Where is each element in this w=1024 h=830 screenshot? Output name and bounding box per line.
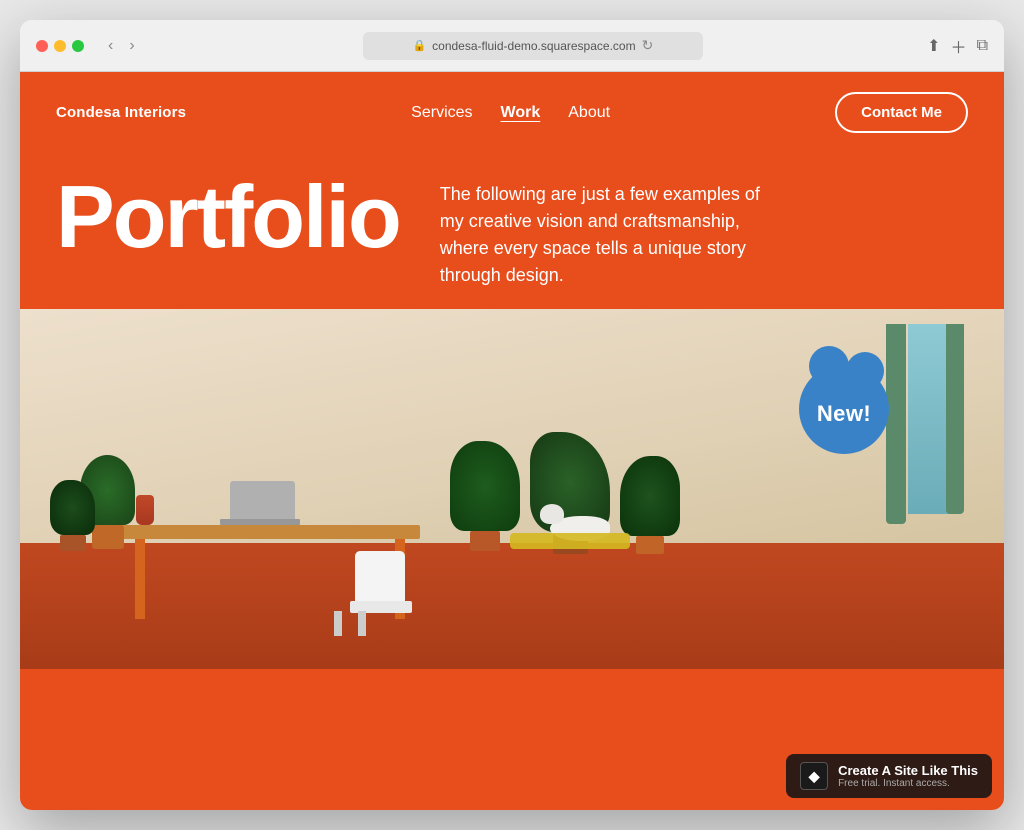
browser-chrome: ‹ › 🔒 condesa-fluid-demo.squarespace.com… bbox=[20, 20, 1004, 72]
minimize-button[interactable] bbox=[54, 40, 66, 52]
squarespace-text: Create A Site Like This Free trial. Inst… bbox=[838, 763, 978, 789]
squarespace-main: Create A Site Like This bbox=[838, 763, 978, 778]
back-button[interactable]: ‹ bbox=[104, 35, 117, 57]
squarespace-sub: Free trial. Instant access. bbox=[838, 778, 978, 789]
curtain-right bbox=[946, 324, 964, 514]
room-floor bbox=[20, 543, 1004, 669]
lock-icon: 🔒 bbox=[412, 39, 426, 52]
website-content: Condesa Interiors Services Work About Co… bbox=[20, 72, 1004, 810]
new-tab-button[interactable]: ＋ bbox=[951, 34, 967, 58]
squarespace-banner[interactable]: ◆ Create A Site Like This Free trial. In… bbox=[786, 754, 992, 798]
browser-nav: ‹ › bbox=[104, 35, 139, 57]
portfolio-image: New! ◆ Create A Site Like This Free tria… bbox=[20, 309, 1004, 810]
room-scene: New! bbox=[20, 309, 1004, 669]
page-title: Portfolio bbox=[56, 173, 400, 261]
hero-description: The following are just a few examples of… bbox=[440, 173, 780, 289]
share-button[interactable]: ⬆ bbox=[927, 34, 940, 58]
vase bbox=[136, 495, 154, 525]
laptop-base bbox=[220, 519, 300, 525]
new-badge-text: New! bbox=[817, 401, 871, 427]
squarespace-icon: ◆ bbox=[800, 762, 828, 790]
traffic-lights bbox=[36, 40, 84, 52]
desk-leg-left bbox=[135, 539, 145, 619]
contact-button[interactable]: Contact Me bbox=[835, 92, 968, 133]
window bbox=[894, 324, 959, 524]
close-button[interactable] bbox=[36, 40, 48, 52]
hero-section: Portfolio The following are just a few e… bbox=[20, 153, 1004, 289]
tabs-button[interactable]: ⧉ bbox=[977, 34, 988, 58]
site-nav: Condesa Interiors Services Work About Co… bbox=[20, 72, 1004, 153]
site-logo[interactable]: Condesa Interiors bbox=[56, 104, 186, 121]
nav-about[interactable]: About bbox=[568, 104, 610, 121]
address-bar: 🔒 condesa-fluid-demo.squarespace.com ↻ bbox=[151, 32, 915, 60]
fullscreen-button[interactable] bbox=[72, 40, 84, 52]
nav-links: Services Work About bbox=[411, 104, 610, 122]
browser-window: ‹ › 🔒 condesa-fluid-demo.squarespace.com… bbox=[20, 20, 1004, 810]
nav-services[interactable]: Services bbox=[411, 104, 472, 121]
nav-work[interactable]: Work bbox=[501, 104, 541, 121]
refresh-icon[interactable]: ↻ bbox=[642, 37, 654, 54]
url-text: condesa-fluid-demo.squarespace.com bbox=[432, 39, 635, 53]
chair-leg-l bbox=[358, 611, 366, 636]
url-display[interactable]: 🔒 condesa-fluid-demo.squarespace.com ↻ bbox=[363, 32, 703, 60]
chair-leg-r bbox=[334, 611, 342, 636]
desk-top bbox=[120, 525, 420, 539]
forward-button[interactable]: › bbox=[125, 35, 138, 57]
plant-far-left bbox=[50, 480, 95, 551]
new-badge: New! bbox=[794, 359, 894, 459]
browser-actions: ⬆ ＋ ⧉ bbox=[927, 34, 988, 58]
rug bbox=[510, 533, 630, 549]
